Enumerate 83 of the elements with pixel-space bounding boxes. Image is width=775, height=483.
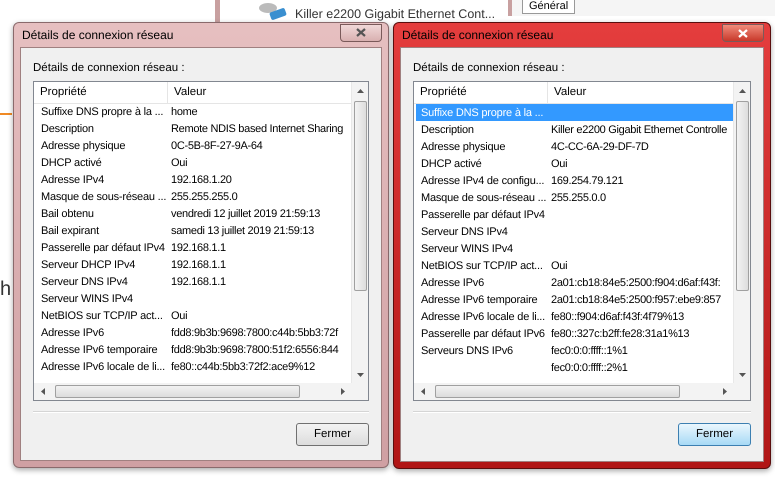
property-name: Adresse IPv6	[420, 276, 486, 290]
property-value: 255.255.255.0	[170, 190, 238, 206]
property-value: 2a01:cb18:84e5:2500:f904:d6af:f43f:	[550, 276, 722, 290]
property-value: Oui	[170, 309, 188, 324]
property-name: Serveur DHCP IPv4	[40, 258, 136, 274]
property-value: 2a01:cb18:84e5:2500:f957:ebe9:857	[550, 292, 722, 308]
property-value: 192.168.1.1	[170, 258, 227, 274]
property-name: Serveur DNS IPv4	[40, 275, 129, 290]
property-value: 4C-CC-6A-29-DF-7D	[550, 140, 650, 154]
left-arrow-icon	[40, 388, 44, 395]
property-name: Masque de sous-réseau ...	[420, 190, 548, 206]
close-button[interactable]	[340, 24, 382, 42]
property-value: Oui	[170, 156, 188, 172]
window-title: Détails de connexion réseau	[401, 27, 554, 44]
horizontal-scrollbar[interactable]	[414, 383, 750, 400]
property-name: Adresse IPv4	[40, 173, 106, 188]
property-name: Serveurs DNS IPv6	[420, 344, 514, 358]
property-name: Adresse physique	[40, 139, 126, 154]
close-dialog-button[interactable]: Fermer	[296, 423, 369, 446]
close-icon	[356, 28, 366, 38]
property-name: NetBIOS sur TCP/IP act...	[40, 309, 164, 324]
property-name: Serveur WINS IPv4	[420, 242, 514, 256]
window-title: Détails de connexion réseau	[21, 26, 174, 44]
property-value: fec0:0:0:ffff::2%1	[550, 360, 629, 376]
vertical-scrollbar[interactable]	[733, 82, 750, 384]
property-name: Masque de sous-réseau ...	[40, 190, 168, 206]
adapter-name: Killer e2200 Gigabit Ethernet Cont...	[295, 6, 496, 23]
property-name: Adresse IPv6 locale de li...	[420, 310, 546, 324]
property-name: Bail obtenu	[40, 207, 95, 222]
close-icon	[738, 28, 748, 38]
right-arrow-icon	[340, 388, 344, 395]
horizontal-scrollbar[interactable]	[34, 383, 368, 400]
general-tab[interactable]: Général	[522, 0, 576, 14]
property-name: Adresse IPv4 de configu...	[420, 174, 546, 188]
property-value: Oui	[550, 258, 568, 274]
property-value: 255.255.0.0	[550, 190, 607, 206]
property-name: Adresse IPv6	[40, 326, 106, 342]
vertical-scrollbar[interactable]	[351, 82, 368, 383]
property-value: fdd8:9b3b:9698:7800:51f2:6556:844	[170, 343, 340, 358]
property-name: Adresse physique	[420, 140, 506, 154]
property-value: 169.254.79.121	[550, 174, 624, 188]
section-label: Détails de connexion réseau :	[33, 60, 186, 76]
property-value: fe80::f904:d6af:f43f:4f79%13	[550, 310, 685, 324]
property-value: fe80::c44b:5bb3:72f2:ace9%12	[170, 360, 316, 376]
close-dialog-button[interactable]: Fermer	[678, 423, 751, 446]
property-name: Adresse IPv6 locale de li...	[40, 360, 166, 376]
down-arrow-icon	[738, 372, 746, 377]
property-name: Passerelle par défaut IPv6	[420, 326, 546, 342]
property-name: Bail expirant	[40, 224, 100, 240]
property-name: Adresse IPv6 temporaire	[40, 343, 158, 358]
property-name: DHCP activé	[40, 156, 103, 172]
property-value: 192.168.1.1	[170, 275, 227, 290]
property-name: Description	[420, 122, 475, 138]
property-name: Adresse IPv6 temporaire	[420, 292, 538, 308]
background-text: h	[0, 277, 12, 302]
left-arrow-icon	[420, 388, 424, 396]
property-value: 192.168.1.1	[170, 241, 227, 256]
property-value: 0C-5B-8F-27-9A-64	[170, 139, 264, 154]
down-arrow-icon	[356, 372, 364, 376]
property-name: Suffixe DNS propre à la ...	[40, 105, 164, 120]
right-arrow-icon	[722, 388, 726, 396]
property-value: samedi 13 juillet 2019 21:59:13	[170, 224, 315, 240]
up-arrow-icon	[738, 88, 746, 93]
property-value: fdd8:9b3b:9698:7800:c44b:5bb3:72f	[170, 326, 340, 342]
property-name: Passerelle par défaut IPv4	[420, 208, 546, 222]
property-value: 192.168.1.20	[170, 173, 233, 188]
property-name: Serveur WINS IPv4	[40, 292, 134, 308]
property-value: home	[170, 105, 198, 120]
property-value: Killer e2200 Gigabit Ethernet Controlle	[550, 122, 728, 138]
property-value: vendredi 12 juillet 2019 21:59:13	[170, 207, 322, 222]
property-value: fec0:0:0:ffff::1%1	[550, 344, 629, 358]
property-value: Oui	[550, 156, 568, 172]
property-value: fe80::327c:b2ff:fe28:31a1%13	[550, 326, 690, 342]
close-button[interactable]	[722, 24, 764, 42]
section-label: Détails de connexion réseau :	[413, 61, 566, 76]
property-name: NetBIOS sur TCP/IP act...	[420, 258, 544, 274]
up-arrow-icon	[356, 88, 364, 92]
property-name: DHCP activé	[420, 156, 483, 172]
property-value: Remote NDIS based Internet Sharing	[170, 122, 344, 138]
property-name: Suffixe DNS propre à la ...	[420, 106, 544, 120]
property-name: Serveur DNS IPv4	[420, 224, 509, 240]
property-name: Description	[40, 122, 95, 138]
property-name: Passerelle par défaut IPv4	[40, 241, 166, 256]
